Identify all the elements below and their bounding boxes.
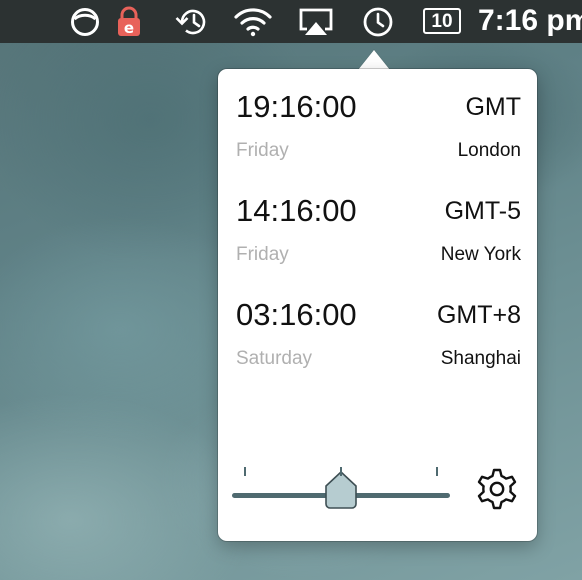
slider-tick: [244, 467, 246, 476]
slider-tick: [436, 467, 438, 476]
zone-city: Shanghai: [440, 348, 521, 369]
zone-time: 03:16:00: [236, 297, 357, 332]
clock-icon[interactable]: [360, 6, 396, 37]
slider-tick: [340, 467, 342, 476]
zone-time: 19:16:00: [236, 89, 357, 124]
zone-time: 14:16:00: [236, 193, 357, 228]
zone-city: London: [457, 140, 521, 161]
half-circle-status-icon[interactable]: [68, 6, 102, 37]
menu-bar: e 10 7:16 pm: [0, 0, 582, 43]
zone-city: New York: [440, 244, 521, 265]
timezone-row-london: 19:16:00 GMT Friday London: [236, 89, 521, 179]
settings-gear-icon[interactable]: [474, 466, 520, 512]
timezone-row-shanghai: 03:16:00 GMT+8 Saturday Shanghai: [236, 297, 521, 387]
timezone-row-new-york: 14:16:00 GMT-5 Friday New York: [236, 193, 521, 283]
zone-day: Saturday: [236, 348, 313, 369]
zone-offset: GMT: [465, 93, 521, 121]
zone-day: Friday: [236, 244, 289, 265]
world-clock-popover: 19:16:00 GMT Friday London 14:16:00 GMT-…: [218, 69, 537, 541]
slider-thumb[interactable]: [323, 470, 359, 510]
date-badge-text: 10: [431, 10, 453, 32]
time-machine-icon[interactable]: [172, 6, 212, 37]
zone-offset: GMT+8: [436, 301, 521, 329]
wifi-icon[interactable]: [232, 6, 274, 37]
menubar-clock[interactable]: 7:16 pm: [478, 4, 582, 38]
popover-arrow: [358, 50, 390, 70]
zone-offset: GMT-5: [444, 197, 521, 225]
svg-text:e: e: [124, 19, 134, 37]
airplay-icon[interactable]: [296, 6, 336, 37]
lock-e-icon[interactable]: e: [114, 6, 144, 37]
time-offset-slider[interactable]: [232, 467, 450, 511]
calendar-date-icon[interactable]: 10: [423, 8, 461, 34]
zone-day: Friday: [236, 140, 289, 161]
